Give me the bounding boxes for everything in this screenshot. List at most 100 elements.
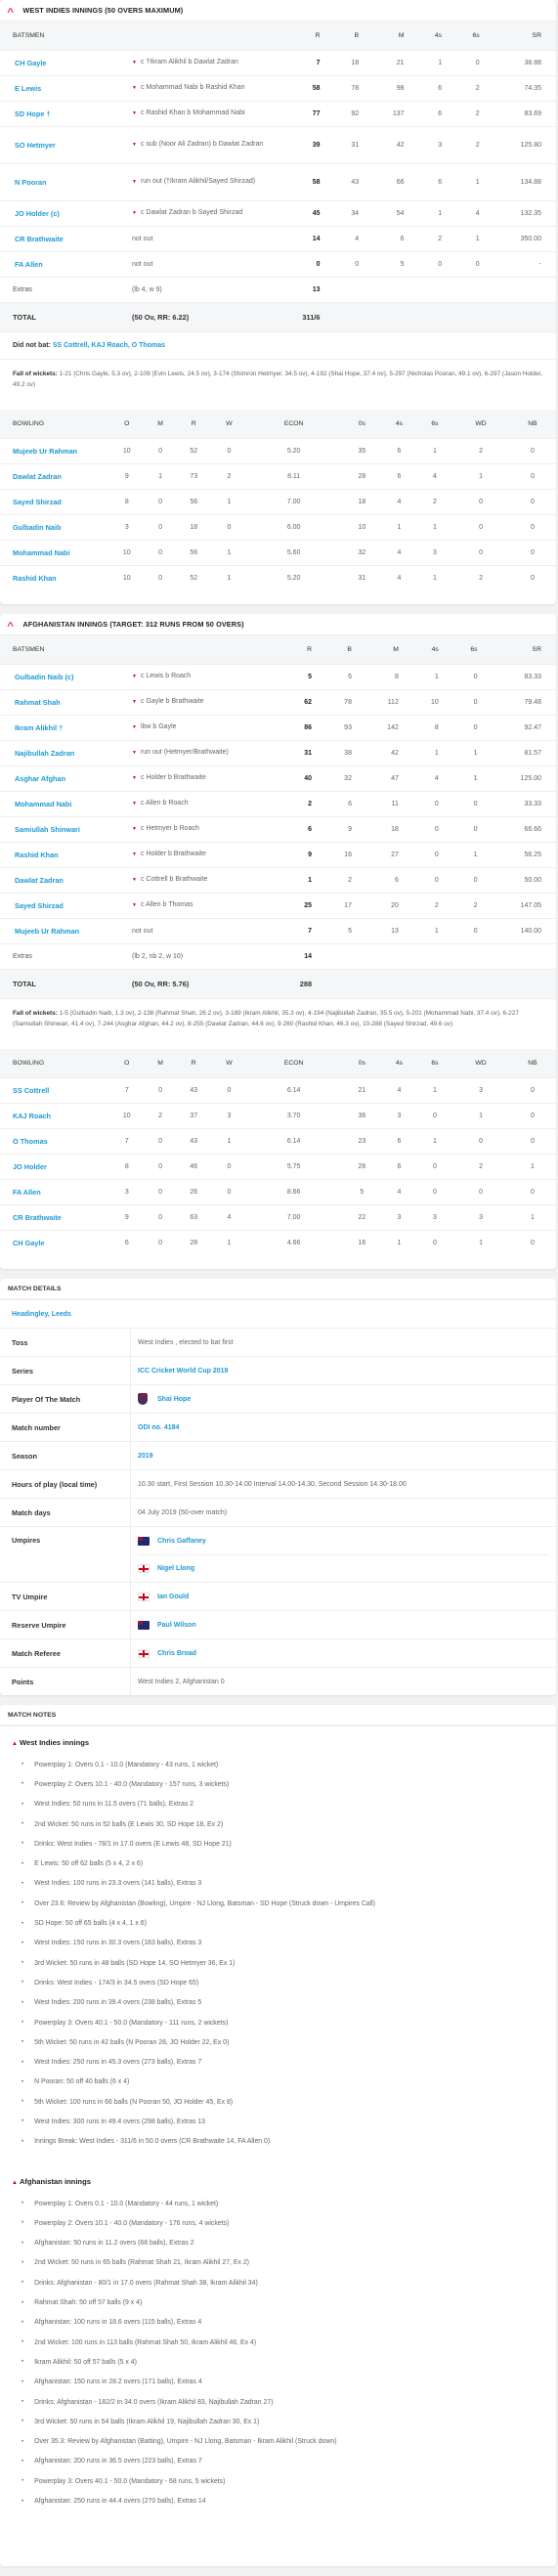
chevron-down-icon[interactable]: ▼ bbox=[132, 724, 137, 730]
note-item: Powerplay 2: Overs 10.1 - 40.0 (Mandator… bbox=[21, 1774, 544, 1794]
stat-sr: 134.88 bbox=[494, 162, 556, 200]
chevron-down-icon[interactable]: ▼ bbox=[132, 110, 137, 116]
stat-6s: 0 bbox=[416, 1178, 453, 1204]
stat-r: 0 bbox=[279, 250, 335, 277]
batsman-name-link[interactable]: Samiullah Shinwari bbox=[0, 815, 132, 842]
bowler-name-link[interactable]: Mujeeb Ur Rahman bbox=[0, 437, 107, 463]
chevron-down-icon[interactable]: ▼ bbox=[132, 60, 137, 65]
batsman-name-link[interactable]: CH Gayle bbox=[0, 49, 132, 75]
did-not-bat-players[interactable]: SS Cottrell, KAJ Roach, O Thomas bbox=[53, 342, 165, 349]
batsman-name-link[interactable]: Mohammad Nabi bbox=[0, 790, 132, 816]
detail-link[interactable]: Paul Wilson bbox=[157, 1622, 196, 1629]
stat-b: 9 bbox=[326, 815, 366, 842]
chevron-down-icon[interactable]: ▼ bbox=[132, 750, 137, 756]
chevron-up-icon[interactable]: ˄ bbox=[7, 620, 14, 630]
detail-link[interactable]: ICC Cricket World Cup 2019 bbox=[138, 1368, 228, 1375]
batsman-name-link[interactable]: Gulbadin Naib (c) bbox=[0, 663, 132, 689]
batsman-name-link[interactable]: Najibullah Zadran bbox=[0, 739, 132, 765]
bowler-name-link[interactable]: CH Gayle bbox=[0, 1229, 107, 1255]
chevron-down-icon[interactable]: ▼ bbox=[132, 179, 137, 185]
stat-econ: 6.14 bbox=[244, 1076, 343, 1103]
stat-m: 21 bbox=[373, 49, 419, 75]
note-item: West Indies: 200 runs in 39.4 overs (238… bbox=[21, 1993, 544, 2013]
chevron-down-icon[interactable]: ▼ bbox=[132, 699, 137, 705]
batsman-name-link[interactable]: SD Hope † bbox=[0, 100, 132, 126]
detail-link[interactable]: Ian Gould bbox=[157, 1594, 189, 1600]
caret-up-icon[interactable]: ▲ bbox=[12, 1741, 18, 1747]
chevron-down-icon[interactable]: ▼ bbox=[132, 851, 137, 857]
detail-value: 2019 bbox=[131, 1442, 556, 1469]
chevron-down-icon[interactable]: ▼ bbox=[132, 210, 137, 216]
bowler-name-link[interactable]: SS Cottrell bbox=[0, 1076, 107, 1103]
batsman-name-link[interactable]: Dawlat Zadran bbox=[0, 866, 132, 893]
chevron-down-icon[interactable]: ▼ bbox=[132, 142, 137, 148]
note-item: Powerplay 1: Overs 0.1 - 10.0 (Mandatory… bbox=[21, 2194, 544, 2213]
batsman-name-link[interactable]: E Lewis bbox=[0, 74, 132, 101]
chevron-down-icon[interactable]: ▼ bbox=[132, 902, 137, 908]
stat-wd: 0 bbox=[452, 1127, 509, 1154]
batsman-name-link[interactable]: FA Allen bbox=[0, 250, 132, 277]
chevron-down-icon[interactable]: ▼ bbox=[132, 674, 137, 679]
column-header: 0s bbox=[342, 410, 382, 438]
stat-4s: 6 bbox=[381, 1127, 417, 1154]
chevron-down-icon[interactable]: ▼ bbox=[132, 801, 137, 807]
bowler-name-link[interactable]: Dawlat Zadran bbox=[0, 462, 107, 489]
detail-link[interactable]: Chris Gaffaney bbox=[157, 1538, 206, 1545]
notes-section-toggle[interactable]: ▲ West Indies innings bbox=[12, 1738, 544, 1747]
innings-header[interactable]: ˄ AFGHANISTAN INNINGS (TARGET: 312 RUNS F… bbox=[0, 614, 556, 635]
note-item: N Pooran: 50 off 40 balls (6 x 4) bbox=[21, 2073, 544, 2092]
stat-sr: 92.47 bbox=[492, 714, 556, 740]
bowler-row: CH Gayle 6 0 28 1 4.66 16 1 0 1 0 bbox=[0, 1229, 556, 1255]
batsman-row: Najibullah Zadran ▼ run out (Hetmyer/Brath… bbox=[0, 739, 556, 765]
column-header: B bbox=[326, 635, 366, 664]
detail-link[interactable]: ODI no. 4184 bbox=[138, 1424, 179, 1431]
chevron-down-icon[interactable]: ▼ bbox=[132, 877, 137, 883]
detail-value-line: ODI no. 4184 bbox=[138, 1414, 549, 1441]
column-header: SR bbox=[494, 22, 556, 50]
detail-link[interactable]: Chris Broad bbox=[157, 1650, 196, 1657]
stat-4s: 1 bbox=[381, 1229, 417, 1255]
detail-link[interactable]: 2019 bbox=[138, 1453, 153, 1460]
stat-b: 2 bbox=[326, 866, 366, 893]
bowler-name-link[interactable]: KAJ Roach bbox=[0, 1102, 107, 1128]
venue-link[interactable]: Headingley, Leeds bbox=[0, 1300, 556, 1329]
bowler-name-link[interactable]: Sayed Shirzad bbox=[0, 488, 107, 514]
batsman-name-link[interactable]: Sayed Shirzad bbox=[0, 892, 132, 918]
batsman-name-link[interactable]: SO Hetmyer bbox=[0, 125, 132, 163]
note-item: Powerplay 3: Overs 40.1 - 50.0 (Mandator… bbox=[21, 2013, 544, 2032]
detail-link[interactable]: Shai Hope bbox=[157, 1396, 191, 1403]
innings-header[interactable]: ˄ WEST INDIES INNINGS (50 OVERS MAXIMUM) bbox=[0, 0, 556, 22]
bowler-name-link[interactable]: Mohammad Nabi bbox=[0, 539, 107, 565]
chevron-down-icon[interactable]: ▼ bbox=[132, 775, 137, 781]
chevron-up-icon[interactable]: ˄ bbox=[7, 6, 14, 16]
batsman-name-link[interactable]: Ikram Alikhil † bbox=[0, 714, 132, 740]
bowler-name-link[interactable]: JO Holder bbox=[0, 1153, 107, 1179]
notes-section-toggle[interactable]: ▲ Afghanistan innings bbox=[12, 2177, 544, 2186]
batsman-name-link[interactable]: Mujeeb Ur Rahman bbox=[0, 917, 132, 943]
stat-r: 52 bbox=[174, 437, 214, 463]
stat-4s: 2 bbox=[412, 892, 453, 918]
stat-0s: 36 bbox=[342, 1102, 382, 1128]
chevron-down-icon[interactable]: ▼ bbox=[132, 85, 137, 91]
detail-link[interactable]: Nigel Llong bbox=[157, 1565, 194, 1572]
stat-6s: 4 bbox=[416, 462, 453, 489]
bowler-name-link[interactable]: CR Brathwaite bbox=[0, 1203, 107, 1230]
batsman-name-link[interactable]: JO Holder (c) bbox=[0, 199, 132, 226]
bowler-row: Mujeeb Ur Rahman 10 0 52 0 5.20 35 6 1 2 0 bbox=[0, 437, 556, 463]
bowler-name-link[interactable]: FA Allen bbox=[0, 1178, 107, 1204]
bowling-section: BOWLING O M R W ECON 0s 4s 6s WD NB Mujeeb Ur Rahma… bbox=[0, 410, 556, 604]
batsman-name-link[interactable]: Rashid Khan bbox=[0, 841, 132, 867]
bowler-name-link[interactable]: O Thomas bbox=[0, 1127, 107, 1154]
batsman-name-link[interactable]: Rahmat Shah bbox=[0, 688, 132, 715]
column-header: W bbox=[213, 1049, 245, 1077]
stat-4s: 8 bbox=[412, 714, 453, 740]
batsman-name-link[interactable]: CR Brathwaite bbox=[0, 225, 132, 251]
caret-up-icon[interactable]: ▲ bbox=[12, 2180, 18, 2186]
batsman-name-link[interactable]: Asghar Afghan bbox=[0, 764, 132, 791]
bowler-name-link[interactable]: Gulbadin Naib bbox=[0, 513, 107, 540]
chevron-down-icon[interactable]: ▼ bbox=[132, 826, 137, 832]
bowler-name-link[interactable]: Rashid Khan bbox=[0, 564, 107, 590]
stat-b: 78 bbox=[326, 688, 366, 715]
batsman-name-link[interactable]: N Pooran bbox=[0, 162, 132, 200]
detail-key: Umpires bbox=[0, 1527, 131, 1582]
